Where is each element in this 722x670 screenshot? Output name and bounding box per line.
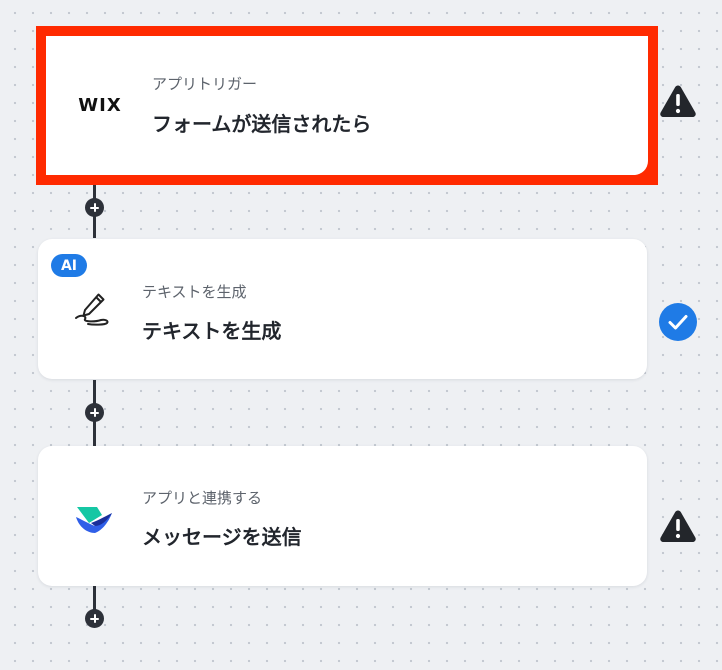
step-card-trigger[interactable]: WIX アプリトリガー フォームが送信されたら bbox=[36, 26, 658, 185]
lark-logo-icon bbox=[70, 492, 118, 540]
step-title: メッセージを送信 bbox=[142, 525, 302, 549]
step-type-label: アプリトリガー bbox=[152, 75, 258, 93]
step-card-body: アプリと連携する メッセージを送信 bbox=[38, 446, 647, 586]
pen-scribble-icon bbox=[70, 285, 118, 333]
add-step-button[interactable] bbox=[85, 403, 104, 422]
step-card-body: AI テキストを生成 テキストを生成 bbox=[38, 239, 647, 379]
warning-icon[interactable] bbox=[658, 506, 698, 546]
wix-logo: WIX bbox=[76, 82, 124, 130]
step-card-send-message[interactable]: アプリと連携する メッセージを送信 bbox=[38, 446, 647, 586]
step-type-label: テキストを生成 bbox=[142, 283, 247, 301]
step-card-body: WIX アプリトリガー フォームが送信されたら bbox=[46, 36, 648, 175]
step-type-label: アプリと連携する bbox=[142, 489, 263, 507]
warning-icon[interactable] bbox=[658, 81, 698, 121]
step-card-ai-generate[interactable]: AI テキストを生成 テキストを生成 bbox=[38, 239, 647, 379]
add-step-button[interactable] bbox=[85, 609, 104, 628]
wix-logo-text: WIX bbox=[78, 95, 122, 116]
add-step-button[interactable] bbox=[85, 198, 104, 217]
check-circle-icon[interactable] bbox=[658, 302, 698, 342]
step-title: テキストを生成 bbox=[142, 319, 282, 343]
step-title: フォームが送信されたら bbox=[152, 112, 372, 136]
ai-badge: AI bbox=[51, 254, 87, 277]
